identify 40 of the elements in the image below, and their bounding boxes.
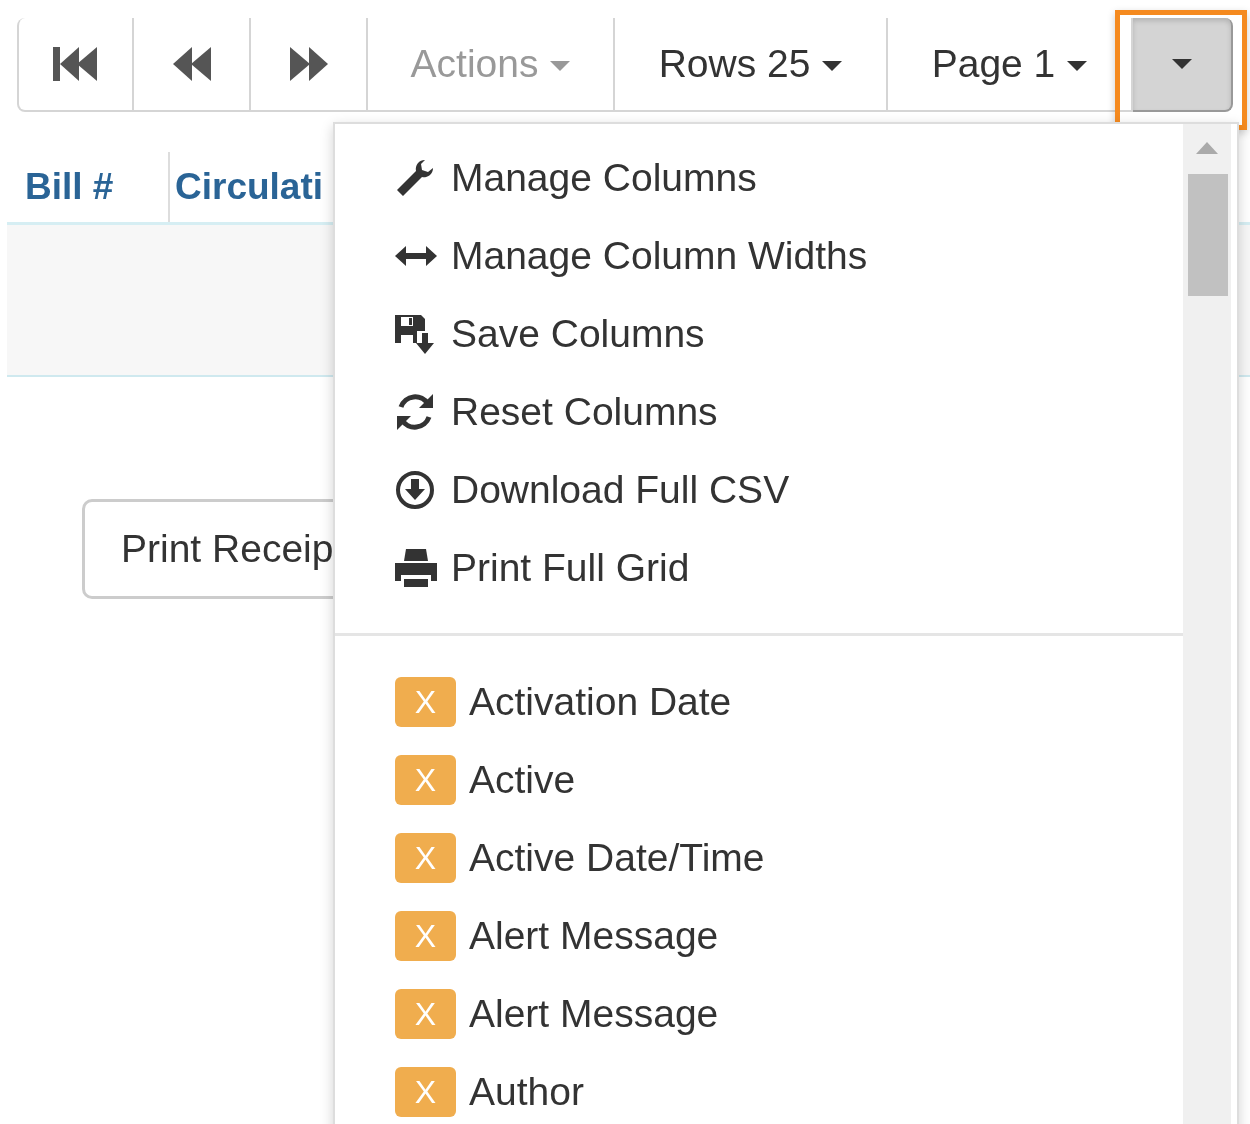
column-menu-item[interactable]: X Active [335, 741, 1237, 819]
remove-badge: X [395, 911, 456, 961]
dropdown-menu-button[interactable]: Rows 25 [615, 18, 888, 112]
column-menu-toggle[interactable] [1133, 18, 1233, 112]
remove-badge: X [395, 1067, 456, 1117]
scrollbar-thumb[interactable] [1188, 174, 1228, 296]
next-page-button[interactable] [251, 18, 368, 112]
menu-item[interactable]: Manage Column Widths [335, 217, 1237, 295]
remove-badge: X [395, 755, 456, 805]
previous-page-button[interactable] [134, 18, 251, 112]
column-menu-item[interactable]: X Author [335, 1053, 1237, 1124]
save-icon [395, 313, 435, 355]
first-page-icon [52, 47, 99, 81]
first-page-button[interactable] [17, 18, 134, 112]
remove-badge: X [395, 989, 456, 1039]
column-menu-item[interactable]: X Alert Message [335, 897, 1237, 975]
scroll-up-icon[interactable] [1196, 142, 1218, 154]
menu-item[interactable]: Manage Columns [335, 139, 1237, 217]
horizontal-arrows-icon [395, 246, 437, 266]
column-menu-item[interactable]: X Activation Date [335, 663, 1237, 741]
scrollbar[interactable] [1183, 124, 1231, 1124]
column-menu-item[interactable]: X Active Date/Time [335, 819, 1237, 897]
printer-icon [395, 547, 437, 589]
caret-icon [1172, 59, 1192, 69]
caret-icon [822, 61, 843, 71]
caret-icon [1067, 61, 1088, 71]
download-icon [395, 470, 435, 510]
menu-item[interactable]: Reset Columns [335, 373, 1237, 451]
rewind-icon [172, 47, 211, 81]
refresh-icon [395, 392, 435, 432]
column-menu-item[interactable]: X Alert Message [335, 975, 1237, 1053]
dropdown-menu-button[interactable]: Page 1 [888, 18, 1133, 112]
column-header[interactable]: Circulati [170, 152, 324, 222]
column-header[interactable]: Bill # [7, 152, 170, 222]
wrench-icon [395, 158, 435, 198]
remove-badge: X [395, 833, 456, 883]
menu-item[interactable]: Save Columns [335, 295, 1237, 373]
remove-badge: X [395, 677, 456, 727]
caret-icon [550, 61, 571, 71]
fast-forward-icon [289, 47, 328, 81]
